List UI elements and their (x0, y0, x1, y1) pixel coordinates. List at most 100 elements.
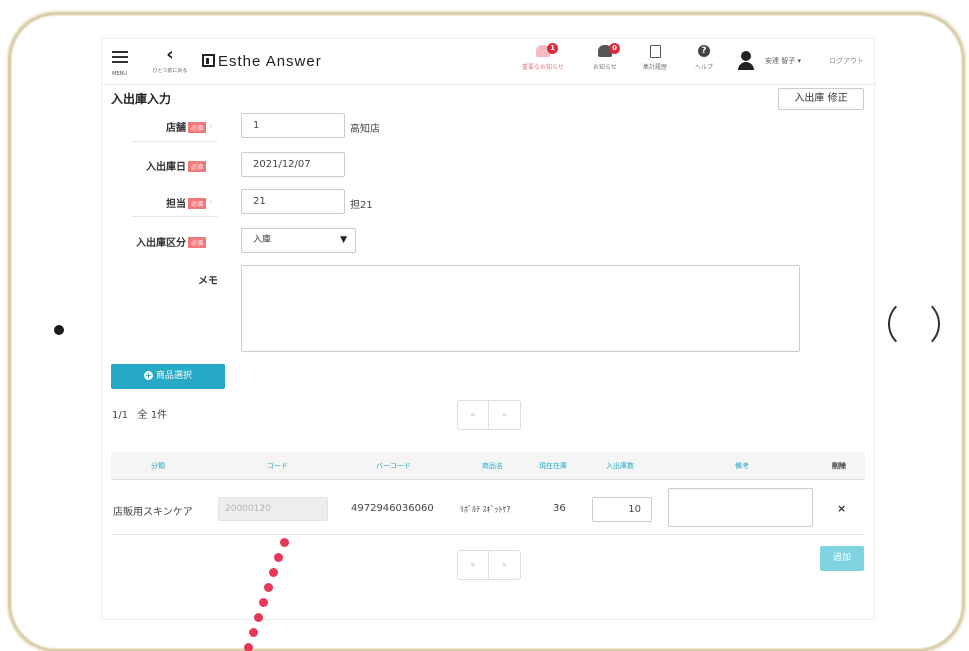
plus-circle-icon: + (143, 371, 153, 380)
summary-history-label: 集計履歴 (642, 64, 667, 71)
column-header: バーコード (376, 462, 411, 470)
row-current-stock: 36 (553, 503, 566, 514)
pager-next-button[interactable]: » (489, 551, 520, 579)
table-header: 分類 コード バーコード 商品名 現在在庫 入出庫数 備考 削除 (111, 452, 865, 480)
notice-badge: 0 (609, 43, 620, 54)
help-button[interactable]: ? ヘルプ (692, 45, 716, 71)
column-header: 削除 (832, 462, 846, 470)
important-notice-badge: 1 (547, 43, 558, 54)
app-logo[interactable]: Esthe Answer (202, 53, 322, 70)
memo-label: メモ (198, 276, 218, 287)
annotation-dot (274, 553, 283, 562)
column-header: 備考 (735, 462, 749, 470)
column-header: 分類 (151, 462, 165, 470)
type-label: 入出庫区分 必須 (110, 234, 206, 249)
date-label-text: 入出庫日 (145, 162, 186, 173)
store-label-text: 店舗 (165, 123, 186, 134)
pager-prev-button[interactable]: « (458, 401, 489, 429)
important-notice-button[interactable]: 1 重要なお知らせ (513, 43, 573, 71)
chevron-left-icon: ‹ (166, 44, 174, 65)
row-product-name: ﾘﾎﾞﾙﾃ ｽｷﾞｯﾄｹｱ (460, 505, 511, 514)
column-header: コード (267, 462, 288, 470)
annotation-dot (259, 598, 268, 607)
column-header: 現在在庫 (539, 462, 567, 470)
bell-icon: 1 (536, 43, 558, 59)
staff-name: 担21 (350, 200, 373, 211)
divider (132, 141, 218, 142)
camera-dot (54, 325, 64, 335)
modify-button[interactable]: 入出庫 修正 (778, 88, 864, 110)
column-header: 入出庫数 (606, 462, 634, 470)
required-badge: 必須 (187, 122, 206, 133)
chevron-right-icon: › (209, 121, 213, 130)
notice-label: お知らせ (593, 64, 617, 71)
pager-info: 1/1 全 1件 (112, 406, 167, 421)
staff-label-text: 担当 (165, 199, 186, 210)
app-header: MENU ‹ ひとつ前に戻る Esthe Answer 1 重要なお知らせ 0 (102, 39, 876, 85)
staff-label: 担当 必須 (132, 195, 206, 210)
type-select[interactable]: 入庫 ▼ (241, 228, 356, 253)
menu-icon (112, 51, 128, 53)
menu-button[interactable]: MENU (112, 49, 132, 79)
page-title: 入出庫入力 (111, 92, 172, 106)
row-category: 店販用スキンケア (113, 507, 193, 518)
row-divider (111, 534, 865, 535)
document-icon (649, 45, 661, 59)
product-select-button[interactable]: + 商品選択 (111, 364, 225, 389)
required-badge: 必須 (187, 198, 206, 209)
notice-button[interactable]: 0 お知らせ (585, 43, 625, 71)
store-label: 店舗 必須 (132, 119, 206, 134)
column-header: 商品名 (482, 462, 503, 470)
stage: MENU ‹ ひとつ前に戻る Esthe Answer 1 重要なお知らせ 0 (0, 0, 969, 651)
pager-top: «» (457, 400, 521, 430)
menu-label: MENU (112, 71, 127, 77)
type-select-value: 入庫 (253, 235, 272, 245)
row-code-field: 20000120 (218, 497, 328, 521)
type-label-text: 入出庫区分 (135, 238, 186, 249)
memo-textarea[interactable] (241, 265, 800, 352)
logout-link[interactable]: ログアウト (829, 56, 864, 66)
annotation-dot (249, 628, 258, 637)
required-badge: 必須 (187, 161, 206, 172)
help-icon: ? (698, 45, 710, 59)
menu-icon-bar (112, 56, 128, 58)
date-input[interactable]: 2021/12/07 (241, 152, 345, 177)
store-name: 高知店 (350, 124, 380, 135)
caret-down-icon: ▼ (340, 235, 347, 245)
bell-icon: 0 (598, 43, 620, 59)
divider (132, 216, 218, 217)
app-screen: MENU ‹ ひとつ前に戻る Esthe Answer 1 重要なお知らせ 0 (101, 38, 876, 620)
store-code-input[interactable]: 1 (241, 113, 345, 138)
pager-prev-button[interactable]: « (458, 551, 489, 579)
pager-next-button[interactable]: » (489, 401, 520, 429)
staff-code-input[interactable]: 21 (241, 189, 345, 214)
required-badge: 必須 (187, 237, 206, 248)
annotation-dot (269, 568, 278, 577)
total-count: 全 1件 (137, 410, 168, 421)
user-avatar-icon[interactable] (738, 51, 754, 71)
annotation-dot (244, 643, 253, 651)
home-button[interactable] (888, 298, 940, 350)
pager-bottom: «» (457, 550, 521, 580)
back-label: ひとつ前に戻る (152, 68, 188, 74)
annotation-dot (264, 583, 273, 592)
row-barcode: 4972946036060 (351, 503, 434, 514)
product-select-label: 商品選択 (155, 371, 192, 381)
user-menu[interactable]: 安達 智子 ▾ (765, 56, 801, 66)
back-button[interactable]: ‹ ひとつ前に戻る (150, 44, 190, 77)
row-delete-button[interactable]: × (837, 502, 846, 515)
logo-text: Esthe Answer (218, 53, 322, 70)
menu-icon-bar (112, 61, 128, 63)
row-quantity-input[interactable]: 10 (592, 497, 652, 522)
help-label: ヘルプ (694, 64, 713, 71)
add-button[interactable]: 追加 (820, 546, 864, 571)
summary-history-button[interactable]: 集計履歴 (638, 45, 672, 71)
row-note-input[interactable] (668, 488, 813, 527)
page-indicator: 1/1 (112, 410, 129, 421)
date-label: 入出庫日 必須 (110, 158, 206, 173)
logo-mark-icon (202, 54, 215, 67)
important-notice-label: 重要なお知らせ (522, 64, 564, 71)
chevron-right-icon: › (209, 197, 213, 206)
annotation-dot (280, 538, 289, 547)
annotation-dot (254, 613, 263, 622)
